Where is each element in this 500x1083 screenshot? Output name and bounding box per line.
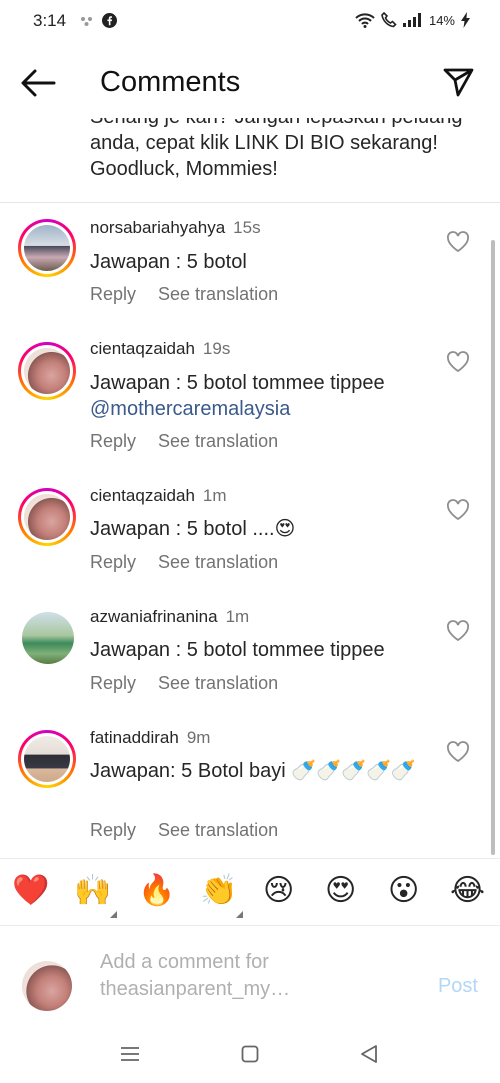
skin-tone-indicator <box>236 911 243 918</box>
heart-outline-icon[interactable] <box>446 741 470 763</box>
mention-link[interactable]: @mothercaremalaysia <box>90 398 290 420</box>
comment-actions: Reply See translation <box>90 431 278 452</box>
charging-icon <box>461 12 470 28</box>
comment-username-line: cientaqzaidah 1m <box>90 486 227 506</box>
reply-button[interactable]: Reply <box>90 820 136 841</box>
reply-button[interactable]: Reply <box>90 673 136 694</box>
comment-time: 1m <box>225 607 250 626</box>
status-bar: 3:14 14% <box>0 0 500 44</box>
heart-eyes-emoji-icon[interactable]: 😍 <box>325 873 356 909</box>
avatar[interactable] <box>18 730 76 788</box>
add-comment-bar: Add a comment for theasianparent_my… Pos… <box>0 927 500 1032</box>
raised-hands-emoji-icon[interactable]: 🙌 <box>74 873 111 909</box>
battery-percent: 14% <box>428 12 455 28</box>
comment-text: Jawapan : 5 botol tommee tippee <box>90 639 385 661</box>
avatar[interactable] <box>18 488 76 546</box>
divider <box>0 202 500 203</box>
emoji-reaction-bar: ❤️ 🙌 🔥 👏 😢 😍 😮 😂 <box>0 858 500 926</box>
reply-button[interactable]: Reply <box>90 552 136 573</box>
see-translation-button[interactable]: See translation <box>158 284 278 305</box>
comment-username[interactable]: cientaqzaidah <box>90 486 195 505</box>
call-icon <box>381 12 397 28</box>
back-icon[interactable] <box>360 1044 378 1064</box>
fire-emoji-icon[interactable]: 🔥 <box>138 873 175 909</box>
paper-plane-icon[interactable] <box>442 66 474 98</box>
comment-actions: Reply See translation <box>90 820 278 841</box>
crying-face-emoji-icon[interactable]: 😢 <box>263 873 294 909</box>
see-translation-button[interactable]: See translation <box>158 820 278 841</box>
comment-text: Jawapan : 5 botol ....😍 <box>90 518 296 540</box>
notification-dots-icon <box>81 16 92 26</box>
menu-icon[interactable] <box>120 1046 140 1062</box>
back-arrow-icon[interactable] <box>20 68 56 98</box>
comment-actions: Reply See translation <box>90 552 278 573</box>
comment-time: 15s <box>233 218 261 237</box>
heart-outline-icon[interactable] <box>446 351 470 373</box>
comment-input[interactable]: Add a comment for theasianparent_my… <box>100 949 330 1003</box>
system-nav-bar <box>0 1032 500 1083</box>
avatar[interactable] <box>18 219 76 277</box>
comment-username[interactable]: norsabariahyahya <box>90 218 225 237</box>
comment-username-line: norsabariahyahya 15s <box>90 218 261 238</box>
facebook-icon <box>102 13 117 28</box>
comment-username[interactable]: fatinaddirah <box>90 728 179 747</box>
comment-username-line: cientaqzaidah 19s <box>90 339 230 359</box>
comment-actions: Reply See translation <box>90 284 278 305</box>
caption-text: Senang je kan? Jangan lepaskan peluang a… <box>90 118 463 180</box>
surprised-face-emoji-icon[interactable]: 😮 <box>388 873 419 909</box>
tears-of-joy-emoji-icon[interactable]: 😂 <box>450 873 485 909</box>
avatar[interactable] <box>22 612 74 664</box>
scrollbar[interactable] <box>491 240 495 855</box>
reply-button[interactable]: Reply <box>90 284 136 305</box>
comment-username-line: azwaniafrinanina 1m <box>90 607 249 627</box>
post-caption: Senang je kan? Jangan lepaskan peluang a… <box>90 118 470 200</box>
reply-button[interactable]: Reply <box>90 431 136 452</box>
heart-outline-icon[interactable] <box>446 231 470 253</box>
comment-username[interactable]: azwaniafrinanina <box>90 607 218 626</box>
see-translation-button[interactable]: See translation <box>158 552 278 573</box>
avatar <box>22 961 72 1011</box>
see-translation-button[interactable]: See translation <box>158 673 278 694</box>
clapping-hands-emoji-icon[interactable]: 👏 <box>200 873 237 909</box>
header: Comments <box>0 54 500 114</box>
comment-text: Jawapan : 5 botol tommee tippee @motherc… <box>90 370 430 422</box>
post-button[interactable]: Post <box>438 975 478 998</box>
status-right-icons: 14% <box>355 12 470 28</box>
heart-outline-icon[interactable] <box>446 499 470 521</box>
comment-username[interactable]: cientaqzaidah <box>90 339 195 358</box>
comment-actions: Reply See translation <box>90 673 278 694</box>
signal-icon <box>402 13 421 27</box>
see-translation-button[interactable]: See translation <box>158 431 278 452</box>
comment-text: Jawapan : 5 botol <box>90 251 247 273</box>
status-left-icons <box>80 13 117 28</box>
status-time: 3:14 <box>33 11 67 30</box>
comment-body: Jawapan : 5 botol tommee tippee <box>90 372 385 394</box>
home-icon[interactable] <box>241 1045 259 1063</box>
skin-tone-indicator <box>110 911 117 918</box>
heart-outline-icon[interactable] <box>446 620 470 642</box>
comment-username-line: fatinaddirah 9m <box>90 728 210 748</box>
comment-time: 9m <box>186 728 211 747</box>
comment-time: 1m <box>202 486 227 505</box>
wifi-icon <box>355 12 375 28</box>
comment-text: Jawapan: 5 Botol bayi 🍼🍼🍼🍼🍼 <box>90 760 416 782</box>
page-title: Comments <box>100 66 241 98</box>
avatar[interactable] <box>18 342 76 400</box>
comment-time: 19s <box>202 339 231 358</box>
heart-emoji-icon[interactable]: ❤️ <box>12 873 49 909</box>
